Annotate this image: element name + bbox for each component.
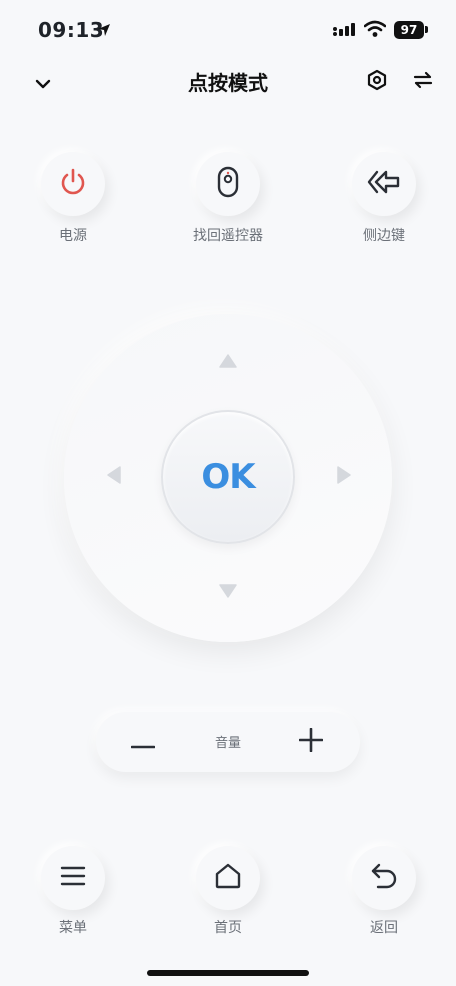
find-remote-button[interactable] <box>196 152 260 216</box>
dpad-right-button[interactable] <box>332 465 356 489</box>
switch-mode-button[interactable] <box>408 67 438 97</box>
status-bar: 09:13 97 <box>0 0 456 60</box>
dpad: OK <box>64 314 392 642</box>
power-icon <box>58 167 88 201</box>
power-label: 电源 <box>59 228 87 244</box>
plus-icon <box>298 727 324 756</box>
side-key-button[interactable] <box>352 152 416 216</box>
switch-arrows-icon <box>413 71 433 93</box>
remote-icon <box>215 166 241 202</box>
side-key-icon <box>367 169 401 199</box>
header: 点按模式 <box>0 58 456 106</box>
arrow-up-icon <box>219 353 237 372</box>
wifi-icon <box>363 20 387 42</box>
battery-indicator: 97 <box>394 21 424 39</box>
home-button[interactable] <box>196 846 260 910</box>
dpad-left-button[interactable] <box>102 465 126 489</box>
arrow-left-icon <box>107 466 121 488</box>
location-arrow-icon <box>96 22 112 42</box>
menu-button[interactable] <box>41 846 105 910</box>
volume-control: 音量 <box>96 712 360 772</box>
side-key-label: 侧边键 <box>363 228 405 244</box>
back-button[interactable] <box>352 846 416 910</box>
menu-label: 菜单 <box>59 920 87 936</box>
volume-up-button[interactable] <box>298 727 324 756</box>
settings-hexagon-icon <box>366 69 388 95</box>
back-label: 返回 <box>370 920 398 936</box>
arrow-right-icon <box>337 466 351 488</box>
home-label: 首页 <box>214 920 242 936</box>
power-button[interactable] <box>41 152 105 216</box>
menu-icon <box>60 865 86 891</box>
ok-button[interactable]: OK <box>161 410 295 544</box>
find-remote-label: 找回遥控器 <box>193 228 263 244</box>
signal-icon <box>332 21 356 41</box>
home-indicator <box>147 970 309 976</box>
battery-tip <box>425 26 428 33</box>
ok-label: OK <box>201 457 255 497</box>
back-icon <box>370 863 398 893</box>
home-icon <box>214 862 242 894</box>
dpad-down-button[interactable] <box>216 580 240 604</box>
arrow-down-icon <box>219 583 237 602</box>
dpad-up-button[interactable] <box>216 350 240 374</box>
status-time: 09:13 <box>38 18 105 42</box>
settings-button[interactable] <box>362 67 392 97</box>
